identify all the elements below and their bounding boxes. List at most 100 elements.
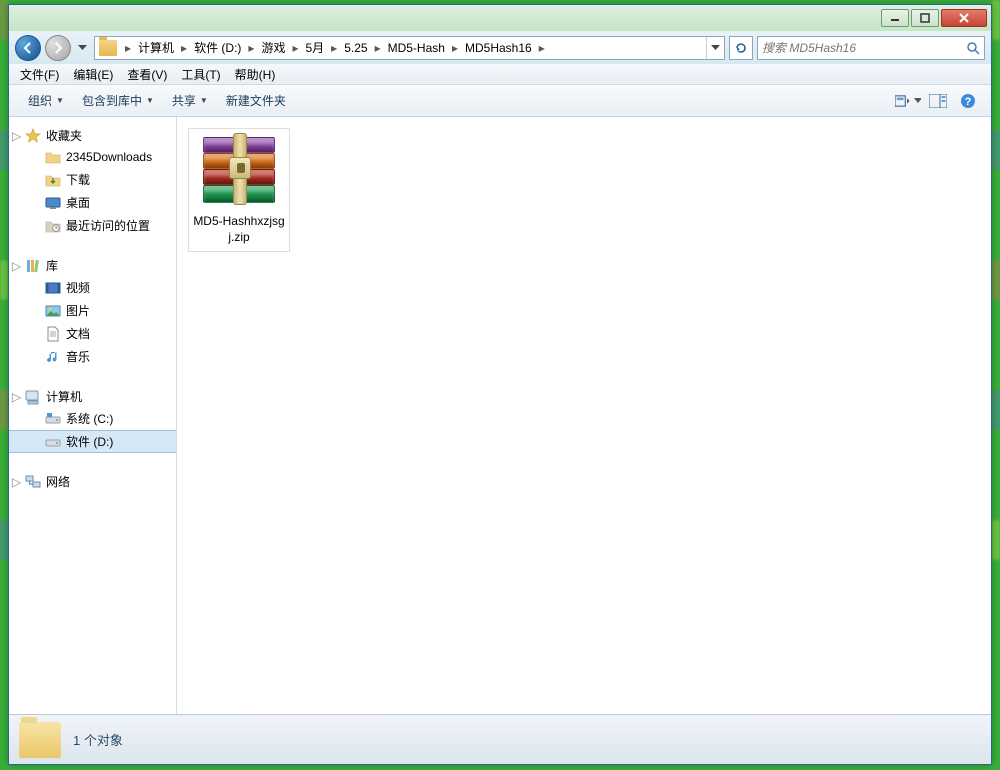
desktop-icon bbox=[45, 195, 61, 211]
computer-label: 计算机 bbox=[46, 388, 82, 405]
sidebar-item-documents[interactable]: 文档 bbox=[9, 322, 176, 345]
folder-icon bbox=[99, 40, 117, 56]
crumb-folder[interactable]: 5.25 bbox=[341, 37, 370, 59]
search-box[interactable] bbox=[757, 36, 985, 60]
download-folder-icon bbox=[45, 172, 61, 188]
sidebar-item-label: 文档 bbox=[66, 325, 90, 342]
organize-button[interactable]: 组织 ▼ bbox=[19, 88, 73, 113]
sidebar-item-pictures[interactable]: 图片 bbox=[9, 299, 176, 322]
sidebar-item-label: 视频 bbox=[66, 279, 90, 296]
crumb-folder[interactable]: MD5Hash16 bbox=[462, 37, 535, 59]
sidebar-item-recent[interactable]: 最近访问的位置 bbox=[9, 214, 176, 237]
sidebar-item-label: 音乐 bbox=[66, 348, 90, 365]
share-button[interactable]: 共享 ▼ bbox=[163, 88, 217, 113]
sidebar-item-desktop[interactable]: 桌面 bbox=[9, 191, 176, 214]
chevron-right-icon[interactable]: ▸ bbox=[327, 37, 341, 59]
folder-icon bbox=[19, 722, 61, 758]
minimize-button[interactable] bbox=[881, 9, 909, 27]
sidebar-item-music[interactable]: 音乐 bbox=[9, 345, 176, 368]
share-label: 共享 bbox=[172, 92, 196, 109]
sidebar-item-label: 图片 bbox=[66, 302, 90, 319]
status-bar: 1 个对象 bbox=[9, 714, 991, 764]
back-button[interactable] bbox=[15, 35, 41, 61]
help-button[interactable]: ? bbox=[955, 89, 981, 113]
sidebar-item-drive-c[interactable]: 系统 (C:) bbox=[9, 407, 176, 430]
sidebar-computer-head[interactable]: ▷ 计算机 bbox=[9, 386, 176, 407]
chevron-right-icon[interactable]: ▸ bbox=[448, 37, 462, 59]
chevron-right-icon[interactable]: ▸ bbox=[244, 37, 258, 59]
sidebar-item-label: 桌面 bbox=[66, 194, 90, 211]
crumb-computer[interactable]: 计算机 bbox=[135, 37, 177, 59]
chevron-right-icon[interactable]: ▸ bbox=[121, 37, 135, 59]
file-item[interactable]: MD5-Hashhxzjsgj.zip bbox=[188, 128, 290, 252]
search-icon bbox=[966, 41, 980, 55]
document-icon bbox=[45, 326, 61, 342]
sidebar-item-videos[interactable]: 视频 bbox=[9, 276, 176, 299]
sidebar-item-downloads[interactable]: 下载 bbox=[9, 168, 176, 191]
refresh-button[interactable] bbox=[729, 36, 753, 60]
include-library-button[interactable]: 包含到库中 ▼ bbox=[73, 88, 163, 113]
sidebar-item-downloads2345[interactable]: 2345Downloads bbox=[9, 146, 176, 168]
menu-edit[interactable]: 编辑(E) bbox=[66, 64, 120, 85]
crumb-folder[interactable]: 游戏 bbox=[258, 37, 288, 59]
star-icon bbox=[25, 128, 41, 144]
sidebar-item-drive-d[interactable]: 软件 (D:) bbox=[9, 430, 176, 453]
new-folder-label: 新建文件夹 bbox=[226, 92, 286, 109]
svg-text:?: ? bbox=[965, 96, 972, 108]
chevron-right-icon[interactable]: ▸ bbox=[288, 37, 302, 59]
video-icon bbox=[45, 280, 61, 296]
chevron-down-icon: ▼ bbox=[56, 96, 64, 105]
chevron-right-icon[interactable]: ▸ bbox=[371, 37, 385, 59]
menu-tools[interactable]: 工具(T) bbox=[174, 64, 227, 85]
menu-file[interactable]: 文件(F) bbox=[13, 64, 66, 85]
include-label: 包含到库中 bbox=[82, 92, 142, 109]
menubar: 文件(F) 编辑(E) 查看(V) 工具(T) 帮助(H) bbox=[9, 64, 991, 85]
sidebar-libraries-head[interactable]: ▷ 库 bbox=[9, 255, 176, 276]
folder-icon bbox=[45, 149, 61, 165]
tree-toggle-icon[interactable]: ▷ bbox=[11, 391, 22, 402]
menu-view[interactable]: 查看(V) bbox=[120, 64, 174, 85]
drive-icon bbox=[45, 434, 61, 450]
address-bar: ▸ 计算机 ▸ 软件 (D:) ▸ 游戏 ▸ 5月 ▸ 5.25 ▸ MD5-H… bbox=[9, 31, 991, 64]
crumb-folder[interactable]: 5月 bbox=[302, 37, 327, 59]
sidebar-item-label: 2345Downloads bbox=[66, 150, 152, 164]
close-button[interactable] bbox=[941, 9, 987, 27]
sidebar-item-label: 软件 (D:) bbox=[66, 433, 113, 450]
new-folder-button[interactable]: 新建文件夹 bbox=[217, 88, 295, 113]
history-dropdown[interactable] bbox=[75, 34, 90, 62]
archive-icon bbox=[197, 133, 281, 209]
picture-icon bbox=[45, 303, 61, 319]
library-icon bbox=[25, 258, 41, 274]
tree-toggle-icon[interactable]: ▷ bbox=[11, 476, 22, 487]
sidebar-item-label: 最近访问的位置 bbox=[66, 217, 150, 234]
file-name: MD5-Hashhxzjsgj.zip bbox=[193, 213, 285, 245]
status-text: 1 个对象 bbox=[73, 730, 123, 749]
tree-toggle-icon[interactable]: ▷ bbox=[11, 130, 22, 141]
maximize-button[interactable] bbox=[911, 9, 939, 27]
sidebar-item-label: 下载 bbox=[66, 171, 90, 188]
chevron-down-icon: ▼ bbox=[146, 96, 154, 105]
crumb-drive[interactable]: 软件 (D:) bbox=[191, 37, 244, 59]
network-icon bbox=[25, 474, 41, 490]
preview-pane-button[interactable] bbox=[925, 89, 951, 113]
address-dropdown[interactable] bbox=[706, 37, 724, 59]
tree-toggle-icon[interactable]: ▷ bbox=[11, 260, 22, 271]
chevron-right-icon[interactable]: ▸ bbox=[177, 37, 191, 59]
forward-button[interactable] bbox=[45, 35, 71, 61]
titlebar bbox=[9, 5, 991, 31]
search-input[interactable] bbox=[762, 41, 966, 55]
sidebar-favorites-head[interactable]: ▷ 收藏夹 bbox=[9, 125, 176, 146]
file-list[interactable]: MD5-Hashhxzjsgj.zip bbox=[177, 117, 991, 714]
libraries-label: 库 bbox=[46, 257, 58, 274]
recent-icon bbox=[45, 218, 61, 234]
sidebar-network-head[interactable]: ▷ 网络 bbox=[9, 471, 176, 492]
menu-help[interactable]: 帮助(H) bbox=[228, 64, 283, 85]
chevron-right-icon[interactable]: ▸ bbox=[535, 37, 549, 59]
breadcrumb[interactable]: ▸ 计算机 ▸ 软件 (D:) ▸ 游戏 ▸ 5月 ▸ 5.25 ▸ MD5-H… bbox=[94, 36, 725, 60]
crumb-folder[interactable]: MD5-Hash bbox=[385, 37, 448, 59]
favorites-label: 收藏夹 bbox=[46, 127, 82, 144]
view-mode-button[interactable] bbox=[895, 89, 921, 113]
organize-label: 组织 bbox=[28, 92, 52, 109]
drive-icon bbox=[45, 411, 61, 427]
sidebar: ▷ 收藏夹 2345Downloads 下载 桌面 bbox=[9, 117, 177, 714]
